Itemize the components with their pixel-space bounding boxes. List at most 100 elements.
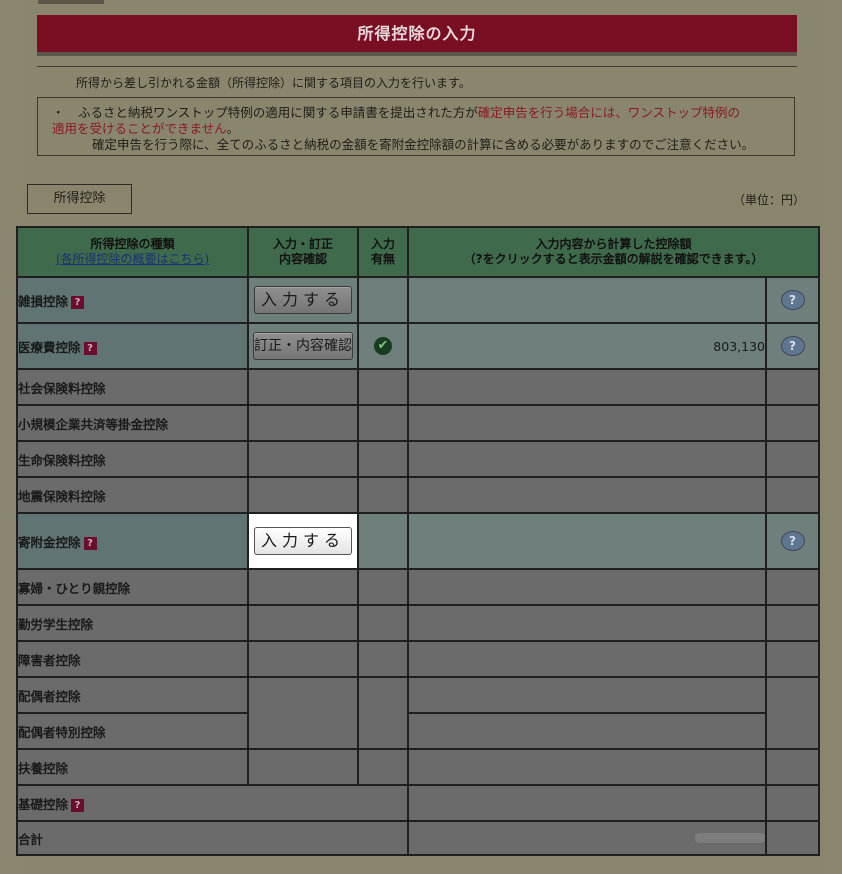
- correct-confirm-button[interactable]: 訂正・内容確認: [253, 332, 353, 360]
- question-icon[interactable]: ?: [83, 536, 97, 550]
- header-type-label: 所得控除の種類: [90, 237, 175, 251]
- table-row: 寄附金控除? 入力する ?: [16, 512, 821, 570]
- row-label: 地震保険料控除: [16, 476, 249, 514]
- header-status-line1: 入力: [370, 237, 395, 251]
- deduction-overview-link[interactable]: (各所得控除の概要はこちら): [56, 252, 209, 266]
- row-input-cell: 入力する: [247, 512, 359, 570]
- row-help-cell: [764, 640, 821, 678]
- row-status-cell: [357, 604, 409, 642]
- row-help-cell: [764, 604, 821, 642]
- check-icon: ✔: [374, 337, 392, 355]
- question-icon[interactable]: ?: [83, 341, 97, 355]
- question-icon[interactable]: ?: [71, 798, 85, 812]
- table-row: 医療費控除? 訂正・内容確認 ✔ 803,130 ?: [16, 322, 821, 370]
- row-status-cell: [357, 568, 409, 606]
- row-input-cell: [247, 440, 359, 478]
- row-amount-cell: [407, 404, 767, 442]
- row-name-cell: 寄附金控除?: [16, 512, 249, 570]
- row-help-cell: ?: [764, 512, 821, 570]
- table-row: 配偶者特別控除: [16, 712, 819, 750]
- header-input-line1: 入力・訂正: [272, 237, 333, 251]
- help-icon[interactable]: ?: [780, 290, 805, 310]
- row-help-cell: ?: [764, 276, 821, 324]
- row-amount-cell: [407, 276, 767, 324]
- title-divider: [37, 66, 797, 67]
- notice-line-1-red: 確定申告を行う場合には、ワンストップ特例の: [477, 105, 741, 120]
- row-name-cell: 雑損控除?: [16, 276, 249, 324]
- table-row: 社会保険料控除: [16, 368, 821, 406]
- help-icon[interactable]: ?: [780, 531, 805, 551]
- table-row: 扶養控除: [16, 748, 821, 786]
- row-label: 扶養控除: [16, 748, 249, 786]
- row-label: 基礎控除: [18, 796, 69, 812]
- blurred-total: [695, 832, 765, 843]
- row-status-cell: [357, 512, 409, 570]
- row-status-cell: [357, 404, 409, 442]
- row-amount-cell: [407, 440, 767, 478]
- row-amount-cell: [407, 368, 767, 406]
- row-amount-cell: [407, 820, 767, 856]
- row-status-cell: ✔: [357, 322, 409, 370]
- table-row: 生命保険料控除: [16, 440, 821, 478]
- row-label: 医療費控除: [18, 339, 81, 355]
- row-label: 寄附金控除: [18, 534, 81, 550]
- row-input-cell: [247, 604, 359, 642]
- table-row: 合計: [16, 820, 821, 856]
- row-help-cell: [764, 568, 821, 606]
- row-amount-cell: [407, 748, 767, 786]
- notice-bullet: ・: [52, 105, 65, 120]
- row-status-cell: [357, 476, 409, 514]
- row-label: 勤労学生控除: [16, 604, 249, 642]
- row-amount-cell: [407, 784, 767, 822]
- header-amount: 入力内容から計算した控除額 （?をクリックすると表示金額の解説を確認できます。）: [406, 226, 821, 278]
- table-row: 配偶者控除: [16, 676, 821, 750]
- notice-line-1: ふるさと納税ワンストップ特例の適用に関する申請書を提出された方が確定申告を行う場…: [52, 105, 780, 121]
- row-status-cell: [357, 748, 409, 786]
- table-row: 障害者控除: [16, 640, 821, 678]
- header-input: 入力・訂正 内容確認: [247, 226, 359, 278]
- row-amount-cell: [407, 640, 767, 678]
- header-status-line2: 有無: [370, 252, 395, 266]
- table-row: 勤労学生控除: [16, 604, 821, 642]
- table-row: 小規模企業共済等掛金控除: [16, 404, 821, 442]
- row-help-cell: [764, 368, 821, 406]
- row-input-cell: [247, 568, 359, 606]
- deduction-table: 所得控除の種類 (各所得控除の概要はこちら) 入力・訂正 内容確認 入力 有無 入力内…: [16, 226, 821, 856]
- row-help-cell: [764, 440, 821, 478]
- tab-income-deduction[interactable]: 所得控除: [27, 184, 132, 214]
- row-label: 配偶者特別控除: [16, 712, 249, 750]
- input-button[interactable]: 入力する: [254, 527, 352, 555]
- row-input-cell: 入力する: [247, 276, 359, 324]
- row-status-cell: [357, 440, 409, 478]
- title-bar: 所得控除の入力: [37, 15, 797, 56]
- row-amount-cell: [407, 604, 767, 642]
- header-amount-line1: 入力内容から計算した控除額: [535, 237, 692, 251]
- row-help-cell: [764, 476, 821, 514]
- notice-line-2: 適用を受けることができません。: [52, 121, 780, 137]
- header-type: 所得控除の種類 (各所得控除の概要はこちら): [16, 226, 249, 278]
- table-header-row: 所得控除の種類 (各所得控除の概要はこちら) 入力・訂正 内容確認 入力 有無 入力内…: [16, 226, 821, 278]
- row-status-cell: [357, 640, 409, 678]
- table-row: 寡婦・ひとり親控除: [16, 568, 821, 606]
- table-row: 基礎控除?: [16, 784, 821, 822]
- notice-line-3: 確定申告を行う際に、全てのふるさと納税の金額を寄附金控除額の計算に含める必要があ…: [92, 137, 755, 152]
- row-help-cell: [764, 784, 821, 822]
- row-amount-cell: [407, 476, 767, 514]
- row-input-cell: [247, 404, 359, 442]
- table-row: 雑損控除? 入力する ?: [16, 276, 821, 324]
- row-input-cell: 訂正・内容確認: [247, 322, 359, 370]
- header-status: 入力 有無: [357, 226, 409, 278]
- question-icon[interactable]: ?: [71, 295, 85, 309]
- row-label: 配偶者控除: [16, 676, 249, 714]
- table-row: 地震保険料控除: [16, 476, 821, 514]
- row-amount-cell: [407, 676, 767, 714]
- row-name-cell: 医療費控除?: [16, 322, 249, 370]
- intro-text: 所得から差し引かれる金額（所得控除）に関する項目の入力を行います。: [76, 76, 471, 90]
- row-input-cell: [247, 476, 359, 514]
- input-button[interactable]: 入力する: [254, 286, 352, 314]
- row-help-cell: [764, 820, 821, 856]
- row-label: 合計: [16, 820, 409, 856]
- help-icon[interactable]: ?: [780, 336, 805, 356]
- page-title: 所得控除の入力: [357, 24, 477, 43]
- row-help-cell: ?: [764, 322, 821, 370]
